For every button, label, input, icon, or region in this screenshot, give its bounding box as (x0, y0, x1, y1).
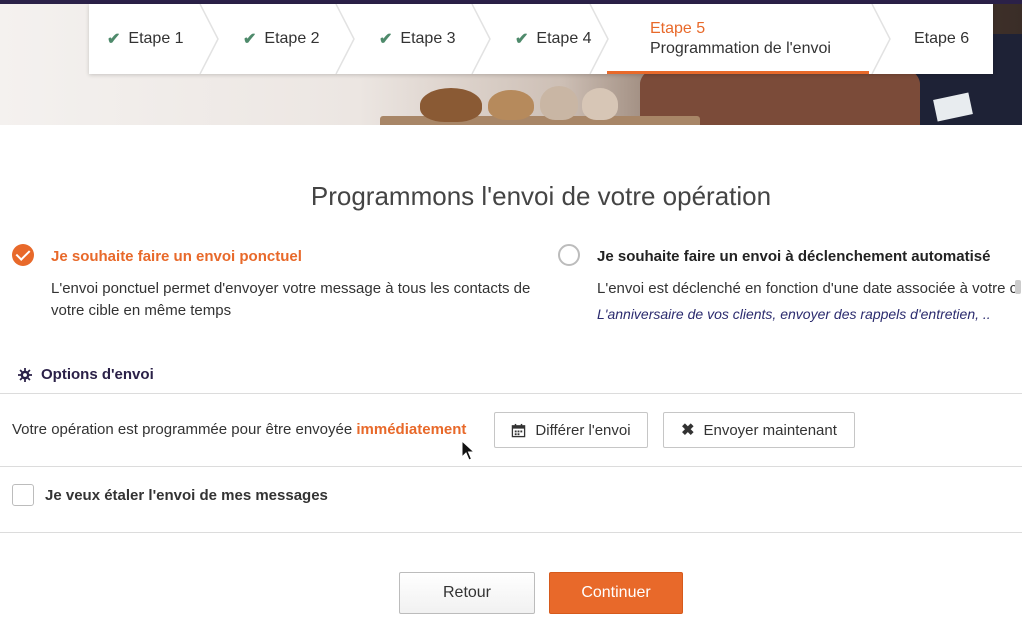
hero-pastry-shape (540, 86, 578, 120)
check-icon: ✔ (379, 31, 393, 48)
chevron-right-icon (871, 4, 891, 74)
step-2[interactable]: ✔ Etape 2 (243, 4, 320, 74)
options-heading: Options d'envoi (18, 366, 154, 383)
step-wizard: ✔ Etape 1 ✔ Etape 2 ✔ Etape 3 ✔ Etape 4 … (89, 4, 993, 74)
choice-title[interactable]: Je souhaite faire un envoi à déclencheme… (597, 248, 990, 265)
spread-sending-checkbox[interactable] (12, 484, 34, 506)
defer-send-label: Différer l'envoi (535, 421, 631, 439)
send-now-label: Envoyer maintenant (703, 421, 837, 439)
radio-checked-icon[interactable] (12, 244, 34, 266)
spread-sending-label[interactable]: Je veux étaler l'envoi de mes messages (45, 487, 328, 504)
chevron-right-icon (335, 4, 355, 74)
chevron-right-icon (589, 4, 609, 74)
check-icon: ✔ (243, 31, 257, 48)
back-button[interactable]: Retour (399, 572, 535, 614)
divider (0, 532, 1022, 533)
step-3[interactable]: ✔ Etape 3 (379, 4, 456, 74)
scroll-indicator (1015, 280, 1021, 294)
step-1[interactable]: ✔ Etape 1 (107, 4, 184, 74)
radio-unchecked-icon[interactable] (558, 244, 580, 266)
step-label: Etape 6 (914, 30, 970, 47)
calendar-icon (512, 423, 526, 437)
hero-pastry-shape (488, 90, 534, 120)
send-now-button[interactable]: ✖ Envoyer maintenant (663, 412, 855, 448)
step-label: Etape 2 (264, 30, 320, 47)
divider (0, 466, 1022, 467)
chevron-right-icon (199, 4, 219, 74)
choice-description: L'envoi est déclenché en fonction d'une … (597, 280, 1018, 297)
choice-description: L'envoi ponctuel permet d'envoyer votre … (51, 280, 531, 319)
step-label: Etape 3 (400, 30, 456, 47)
defer-send-button[interactable]: Différer l'envoi (494, 412, 648, 448)
chevron-right-icon (471, 4, 491, 74)
continue-button[interactable]: Continuer (549, 572, 683, 614)
step-sublabel: Programmation de l'envoi (650, 40, 831, 57)
divider (0, 393, 1022, 394)
page-title: Programmons l'envoi de votre opération (310, 181, 772, 212)
active-step-underline (607, 71, 869, 74)
hero-pastry-shape (582, 88, 618, 120)
step-label: Etape 1 (128, 30, 184, 47)
close-icon: ✖ (681, 422, 695, 439)
choice-title[interactable]: Je souhaite faire un envoi ponctuel (51, 248, 302, 265)
step-5-active[interactable]: Etape 5 Programmation de l'envoi (607, 4, 869, 74)
mouse-cursor-icon (461, 440, 475, 461)
step-label: Etape 4 (536, 30, 592, 47)
programming-status-highlight: immédiatement (356, 421, 467, 438)
programming-status-text: Votre opération est programmée pour être… (12, 421, 353, 438)
options-heading-label: Options d'envoi (41, 366, 154, 383)
step-6[interactable]: Etape 6 (914, 4, 969, 74)
gear-icon (18, 367, 32, 382)
check-icon: ✔ (515, 31, 529, 48)
step-4[interactable]: ✔ Etape 4 (515, 4, 592, 74)
choice-example: L'anniversaire de vos clients, envoyer d… (597, 306, 991, 322)
spread-sending-option[interactable]: Je veux étaler l'envoi de mes messages (12, 484, 328, 506)
check-icon: ✔ (107, 31, 121, 48)
step-label: Etape 5 (650, 20, 706, 37)
programming-status: Votre opération est programmée pour être… (12, 421, 466, 438)
hero-pastry-shape (420, 88, 482, 122)
